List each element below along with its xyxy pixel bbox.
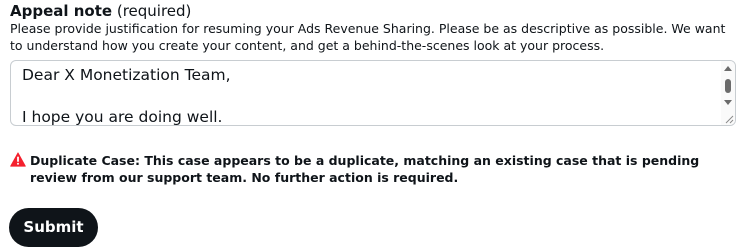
appeal-helper-text: Please provide justification for resumin…	[10, 21, 726, 53]
warning-triangle-icon	[10, 152, 26, 167]
scroll-thumb[interactable]	[725, 79, 731, 93]
submit-button[interactable]: Submit	[9, 208, 98, 247]
scroll-down-arrow-icon[interactable]	[724, 100, 732, 105]
required-indicator: (required)	[116, 2, 192, 20]
textarea-line-greeting: Dear X Monetization Team,	[22, 66, 231, 84]
textarea-line-body: I hope you are doing well.	[22, 108, 223, 126]
resize-grip-icon[interactable]	[724, 114, 734, 124]
appeal-note-title: Appeal note	[10, 2, 113, 20]
appeal-note-textarea[interactable]: Dear X Monetization Team, I hope you are…	[10, 60, 736, 126]
appeal-note-label: Appeal note (required)	[10, 1, 191, 21]
warning-message: Duplicate Case: This case appears to be …	[30, 153, 700, 185]
scroll-up-arrow-icon[interactable]	[724, 66, 732, 71]
